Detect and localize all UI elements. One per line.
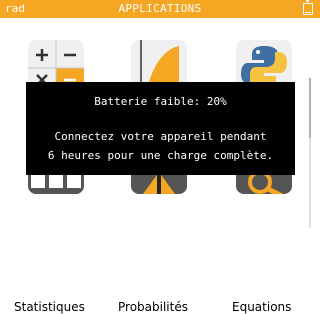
app-label-probability: Probabilités <box>118 300 188 314</box>
screen-title: APPLICATIONS <box>118 2 202 15</box>
low-battery-dialog[interactable]: Batterie faible: 20% Connectez votre app… <box>26 82 295 175</box>
charge-instruction-line-2: 6 heures pour une charge complète. <box>47 149 274 162</box>
app-label-equations: Equations <box>232 300 292 314</box>
scrollbar-thumb[interactable] <box>309 78 311 138</box>
scrollbar[interactable] <box>309 78 311 228</box>
battery-level-fill <box>305 12 311 13</box>
battery-icon <box>303 0 313 15</box>
status-bar: rad APPLICATIONS <box>0 0 320 18</box>
app-label-statistics: Statistiques <box>14 300 85 314</box>
charge-instruction-line-1: Connectez votre appareil pendant <box>54 130 267 143</box>
battery-warning-text: Batterie faible: 20% <box>94 95 227 108</box>
